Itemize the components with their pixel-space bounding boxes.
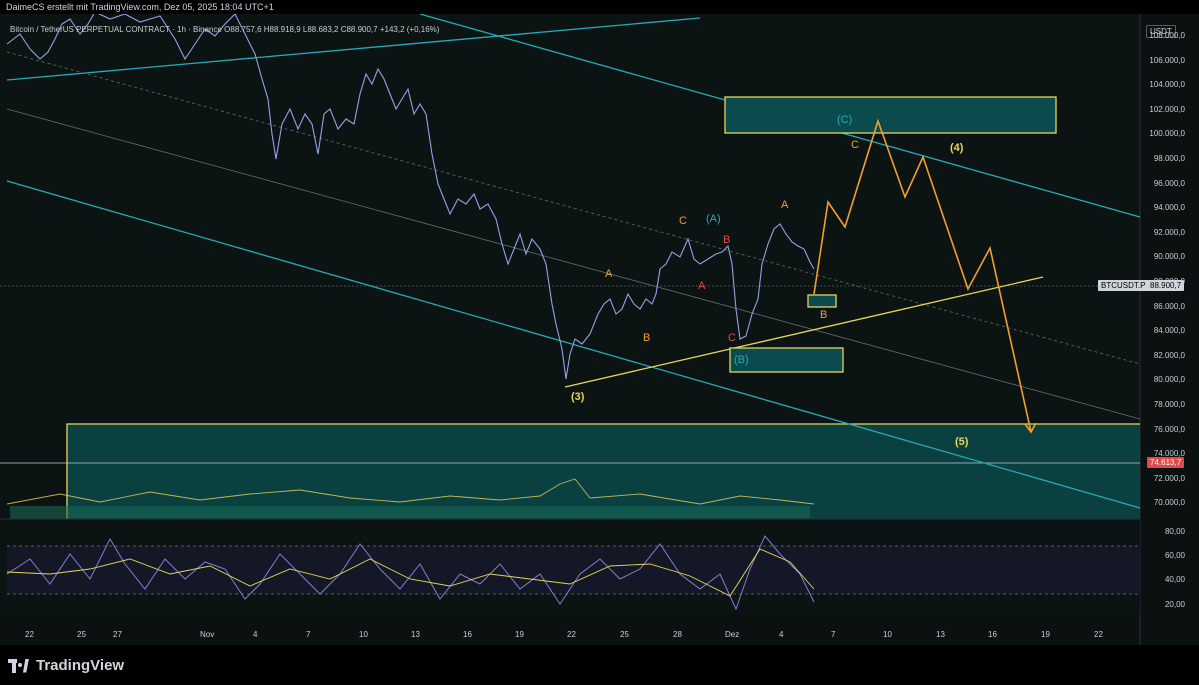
time-tick-label: 16 <box>988 630 997 639</box>
price-tick-label: 90.000,0 <box>1153 252 1185 262</box>
symbol-legend: Bitcoin / TetherUS PERPETUAL CONTRACT · … <box>10 25 440 34</box>
price-tick-label: 94.000,0 <box>1153 203 1185 213</box>
price-tick-label: 104.000,0 <box>1149 80 1185 90</box>
subwave-a3: A <box>781 199 789 211</box>
price-tick-label: 72.000,0 <box>1153 473 1185 483</box>
wave-label-A: (A) <box>706 213 721 225</box>
price-tick-label: 108.000,0 <box>1149 31 1185 40</box>
time-tick-label: 22 <box>1094 630 1103 639</box>
level-price-tag: 74.613,7 <box>1147 457 1185 468</box>
time-tick-label: 4 <box>253 630 258 639</box>
time-tick-label: 10 <box>883 630 892 639</box>
time-tick-label: 16 <box>463 630 472 639</box>
price-tick-label: 78.000,0 <box>1153 400 1185 409</box>
symbol-tag: BTCUSDT.P <box>1098 280 1149 291</box>
target-box-wave-c <box>724 96 1057 134</box>
tradingview-logo[interactable]: TradingView <box>8 657 124 674</box>
time-tick-label: Nov <box>200 630 215 639</box>
chart-area[interactable]: Bitcoin / TetherUS PERPETUAL CONTRACT · … <box>0 14 1199 645</box>
price-tick-label: 76.000,0 <box>1153 424 1185 434</box>
price-tick-label: 106.000,0 <box>1149 55 1185 65</box>
time-tick-label: 19 <box>1041 630 1050 639</box>
time-tick-label: Dez <box>725 630 740 639</box>
time-tick-label: 19 <box>515 630 524 639</box>
footer: TradingView <box>0 645 1199 685</box>
time-tick-label: 27 <box>113 630 122 639</box>
wave-label-C: (C) <box>837 114 853 126</box>
subwave-c1: C <box>679 215 687 227</box>
subwave-b3: B <box>820 309 828 321</box>
price-tick-label: 84.000,0 <box>1153 326 1185 336</box>
wave-label-3: (3) <box>571 391 585 403</box>
last-price-tag: 88.900,7 <box>1147 280 1185 291</box>
rsi-tick-label: 80,00 <box>1164 527 1185 536</box>
wave-label-B: (B) <box>734 354 749 366</box>
price-tick-label: 70.000,0 <box>1153 498 1185 508</box>
rsi-tick-label: 40,00 <box>1164 575 1185 584</box>
price-tick-label: 100.000,0 <box>1149 129 1185 139</box>
time-tick-label: 22 <box>567 630 576 639</box>
chart-canvas[interactable] <box>0 14 1199 645</box>
price-tick-label: 98.000,0 <box>1153 154 1185 163</box>
chart-caption-bar: DaimeCS erstellt mit TradingView.com, De… <box>0 0 1199 14</box>
time-tick-label: 25 <box>620 630 629 639</box>
price-tick-label: 96.000,0 <box>1153 178 1185 188</box>
time-tick-label: 22 <box>25 630 34 639</box>
time-tick-label: 13 <box>411 630 420 639</box>
time-tick-label: 7 <box>831 630 836 639</box>
target-zone-wave-5 <box>67 424 1140 520</box>
subwave-b2: B <box>723 234 731 246</box>
time-tick-label: 4 <box>779 630 784 639</box>
rsi-tick-label: 20,00 <box>1164 600 1185 609</box>
target-box-small <box>807 294 837 308</box>
price-tick-label: 82.000,0 <box>1153 350 1185 360</box>
rsi-tick-label: 60,00 <box>1164 551 1185 560</box>
time-tick-label: 13 <box>936 630 945 639</box>
wave-label-5: (5) <box>955 436 969 448</box>
price-tick-label: 86.000,0 <box>1153 301 1185 311</box>
price-tick-label: 80.000,0 <box>1153 375 1185 385</box>
subwave-a2: A <box>698 280 706 292</box>
chart-caption: DaimeCS erstellt mit TradingView.com, De… <box>6 2 274 12</box>
tradingview-icon <box>8 658 30 673</box>
price-tick-label: 92.000,0 <box>1153 227 1185 237</box>
rsi-band <box>7 546 1140 594</box>
subwave-b1: B <box>643 332 651 344</box>
volume-bars <box>10 506 810 519</box>
time-tick-label: 25 <box>77 630 86 639</box>
tradingview-wordmark: TradingView <box>36 657 125 674</box>
subwave-c2: C <box>728 332 736 344</box>
subwave-c3: C <box>851 139 859 151</box>
subwave-a1: A <box>605 268 613 280</box>
price-tick-label: 102.000,0 <box>1149 104 1185 114</box>
time-tick-label: 7 <box>306 630 311 639</box>
time-tick-label: 10 <box>359 630 368 639</box>
wave-label-4: (4) <box>950 142 964 154</box>
time-tick-label: 28 <box>673 630 682 639</box>
